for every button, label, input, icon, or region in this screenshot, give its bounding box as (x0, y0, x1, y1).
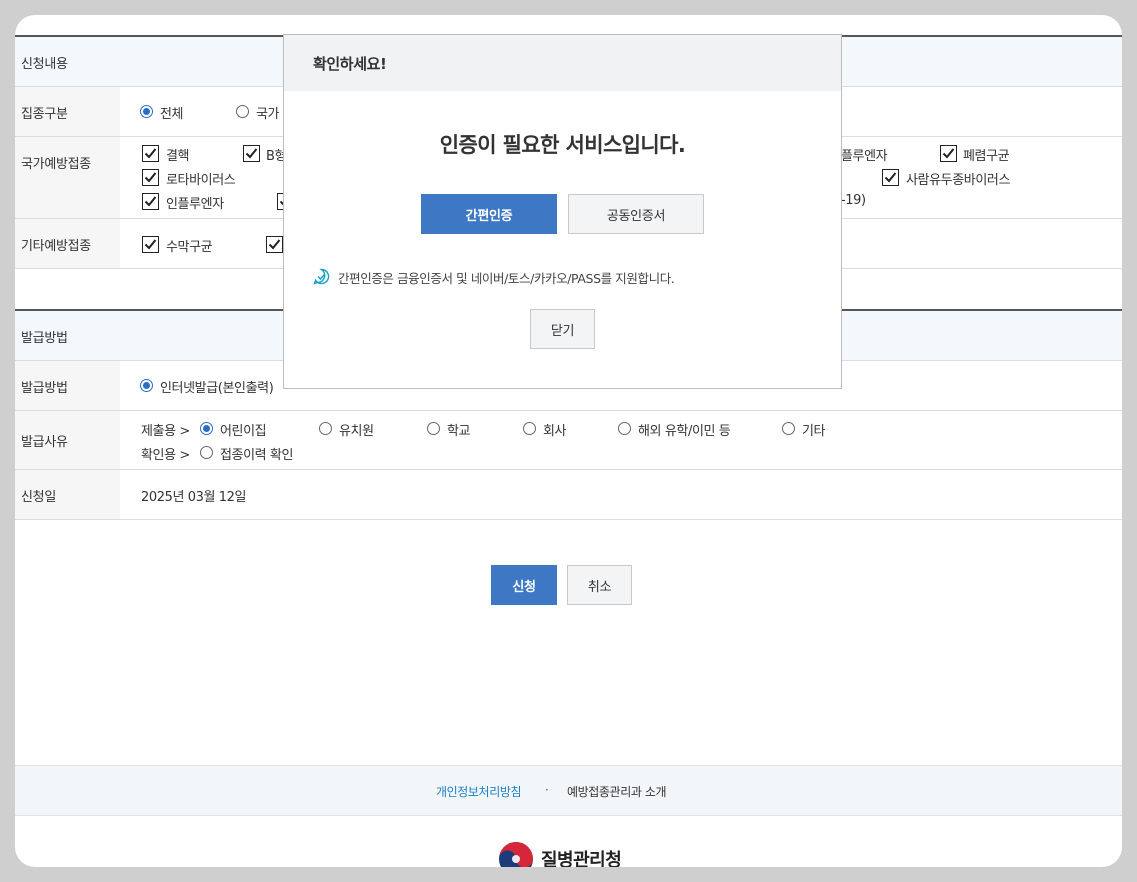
radio-internet-issue[interactable] (140, 379, 153, 392)
checkbox-influenza[interactable] (142, 193, 159, 210)
checkbox-label-influenza: 인플루엔자 (166, 197, 224, 212)
checkbox-pneumococcal[interactable] (940, 145, 957, 162)
section-title-application: 신청내용 (21, 57, 68, 72)
checkbox-meningococcal[interactable] (142, 236, 159, 253)
divider (15, 519, 1122, 520)
modal-info-text: 간편인증은 금융인증서 및 네이버/토스/카카오/PASS를 지원합니다. (338, 271, 675, 286)
cancel-button[interactable]: 취소 (567, 565, 632, 605)
modal-close-button[interactable]: 닫기 (530, 309, 595, 349)
modal-heading: 인증이 필요한 서비스입니다. (439, 133, 686, 157)
radio-label-school: 학교 (447, 424, 471, 439)
label-cell: 집종구분 (15, 87, 120, 136)
radio-label-daycare: 어린이집 (220, 424, 267, 439)
confirm-prefix: 확인용 > (141, 448, 190, 463)
label-cell: 기타예방접종 (15, 219, 120, 268)
checkbox-label-rotavirus: 로타바이러스 (166, 173, 236, 188)
agency-name: 질병관리청 (541, 850, 622, 867)
radio-label-abroad: 해외 유학/이민 등 (638, 424, 731, 439)
modal-title: 확인하세요! (313, 55, 387, 73)
modal-header: 확인하세요! (284, 35, 841, 91)
radio-all[interactable] (140, 105, 153, 118)
checkbox-rotavirus[interactable] (142, 169, 159, 186)
checkbox-label-pneumococcal: 폐렴구균 (963, 149, 1010, 164)
certificate-auth-button[interactable]: 공동인증서 (568, 194, 704, 234)
checkbox-label-hpv: 사람유두종바이러스 (906, 173, 1011, 188)
row-label-issue-reason: 발급사유 (21, 435, 68, 450)
radio-other[interactable] (782, 422, 795, 435)
label-cell: 신청일 (15, 470, 120, 519)
apply-date-value: 2025년 03월 12일 (141, 490, 247, 505)
row-label-national-vaccines: 국가예방접종 (21, 157, 91, 172)
radio-abroad[interactable] (618, 422, 631, 435)
checkbox-hepb[interactable] (243, 145, 260, 162)
radio-history-check[interactable] (200, 446, 213, 459)
checkbox-label-bcg: 결핵 (166, 149, 190, 164)
radio-label-internet-issue: 인터넷발급(본인출력) (160, 381, 274, 396)
checkbox-label-influenza-partial: 플루엔자 (841, 149, 888, 164)
row-label-other-vaccines: 기타예방접종 (21, 239, 91, 254)
radio-school[interactable] (427, 422, 440, 435)
label-cell: 발급사유 (15, 411, 120, 469)
label-cell: 국가예방접종 (15, 137, 120, 218)
info-check-icon (313, 268, 330, 285)
row-label-vaccine-type: 집종구분 (21, 107, 68, 122)
section-title-issue: 발급방법 (21, 331, 68, 346)
checkbox-label-covid-partial: -19) (841, 193, 866, 208)
apply-button[interactable]: 신청 (491, 565, 557, 605)
row-label-apply-date: 신청일 (21, 490, 56, 505)
footer-separator: · (545, 783, 549, 797)
radio-label-history-check: 접종이력 확인 (220, 448, 294, 463)
radio-daycare[interactable] (200, 422, 213, 435)
radio-national[interactable] (236, 105, 249, 118)
simple-auth-button[interactable]: 간편인증 (421, 194, 557, 234)
label-cell: 발급방법 (15, 361, 120, 410)
radio-kindergarten[interactable] (319, 422, 332, 435)
about-division-link[interactable]: 예방접종관리과 소개 (567, 783, 667, 800)
radio-label-other: 기타 (802, 424, 826, 439)
kdca-logo-icon (498, 841, 534, 867)
radio-label-company: 회사 (543, 424, 567, 439)
checkbox-hpv[interactable] (882, 169, 899, 186)
checkbox-bcg[interactable] (142, 145, 159, 162)
privacy-policy-link[interactable]: 개인정보처리방침 (436, 783, 522, 800)
radio-label-national: 국가 (256, 107, 280, 122)
auth-modal: 확인하세요! 인증이 필요한 서비스입니다. 간편인증 공동인증서 간편인증은 … (283, 34, 842, 389)
radio-company[interactable] (523, 422, 536, 435)
page-frame: 신청내용 집종구분 전체 국가 국가예방접종 결핵 B형 플루엔자 폐렴구균 로… (15, 15, 1122, 867)
submit-prefix: 제출용 > (141, 424, 190, 439)
checkbox-label-meningococcal: 수막구균 (166, 240, 213, 255)
footer-links-bar: 개인정보처리방침 · 예방접종관리과 소개 (15, 765, 1122, 816)
checkbox-other-2[interactable] (266, 236, 283, 253)
divider (15, 469, 1122, 470)
radio-label-kindergarten: 유치원 (339, 424, 374, 439)
radio-label-all: 전체 (160, 107, 184, 122)
row-label-issue-method: 발급방법 (21, 381, 68, 396)
divider (15, 410, 1122, 411)
